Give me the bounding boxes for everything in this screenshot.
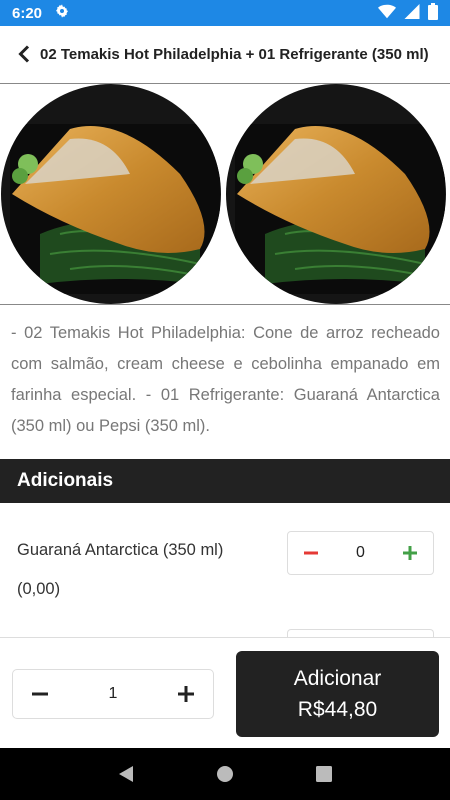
plus-icon	[403, 546, 417, 560]
back-button[interactable]	[14, 42, 34, 66]
addons-header: Adicionais	[0, 459, 450, 503]
signal-icon	[404, 3, 420, 23]
navigation-bar	[0, 748, 450, 800]
quantity-decrement-button[interactable]	[29, 683, 51, 705]
nav-recents-button[interactable]	[309, 759, 339, 789]
plus-icon	[178, 686, 194, 702]
bottom-bar: 1 Adicionar R$44,80	[0, 637, 450, 748]
home-circle-icon	[216, 766, 233, 782]
status-bar: 6:20	[0, 0, 450, 26]
product-description: - 02 Temakis Hot Philadelphia: Cone de a…	[11, 324, 440, 435]
addon-increment-button[interactable]	[399, 542, 421, 564]
divider	[0, 304, 450, 305]
addon-name: Guaraná Antarctica (350 ml)	[17, 541, 224, 559]
quantity-stepper: 1	[12, 669, 214, 719]
chevron-left-icon	[18, 45, 30, 63]
quantity-value: 1	[108, 685, 118, 702]
minus-icon	[304, 551, 318, 555]
add-button-label: Adicionar	[293, 667, 382, 690]
battery-icon	[428, 2, 438, 24]
addons-title: Adicionais	[17, 470, 114, 491]
app-bar: 02 Temakis Hot Philadelphia + 01 Refrige…	[0, 26, 450, 82]
addon-decrement-button[interactable]	[300, 542, 322, 564]
wifi-icon	[378, 4, 396, 23]
gear-icon	[54, 3, 70, 23]
addon-quantity-stepper: 0	[287, 531, 434, 575]
screen: 6:20 02 Temakis Hot Philadelphia + 01 Re…	[0, 0, 450, 800]
status-icons	[378, 2, 438, 24]
back-triangle-icon	[118, 766, 133, 782]
page-title: 02 Temakis Hot Philadelphia + 01 Refrige…	[40, 45, 429, 63]
add-button-total: R$44,80	[297, 698, 378, 721]
add-to-cart-button[interactable]: Adicionar R$44,80	[236, 651, 439, 737]
quantity-increment-button[interactable]	[175, 683, 197, 705]
nav-back-button[interactable]	[111, 759, 141, 789]
addon-quantity-value: 0	[356, 544, 365, 561]
addon-price: (0,00)	[17, 580, 61, 598]
status-time: 6:20	[12, 4, 43, 22]
minus-icon	[32, 692, 48, 696]
nav-home-button[interactable]	[210, 759, 240, 789]
recents-square-icon	[316, 766, 333, 782]
product-image	[0, 84, 450, 304]
